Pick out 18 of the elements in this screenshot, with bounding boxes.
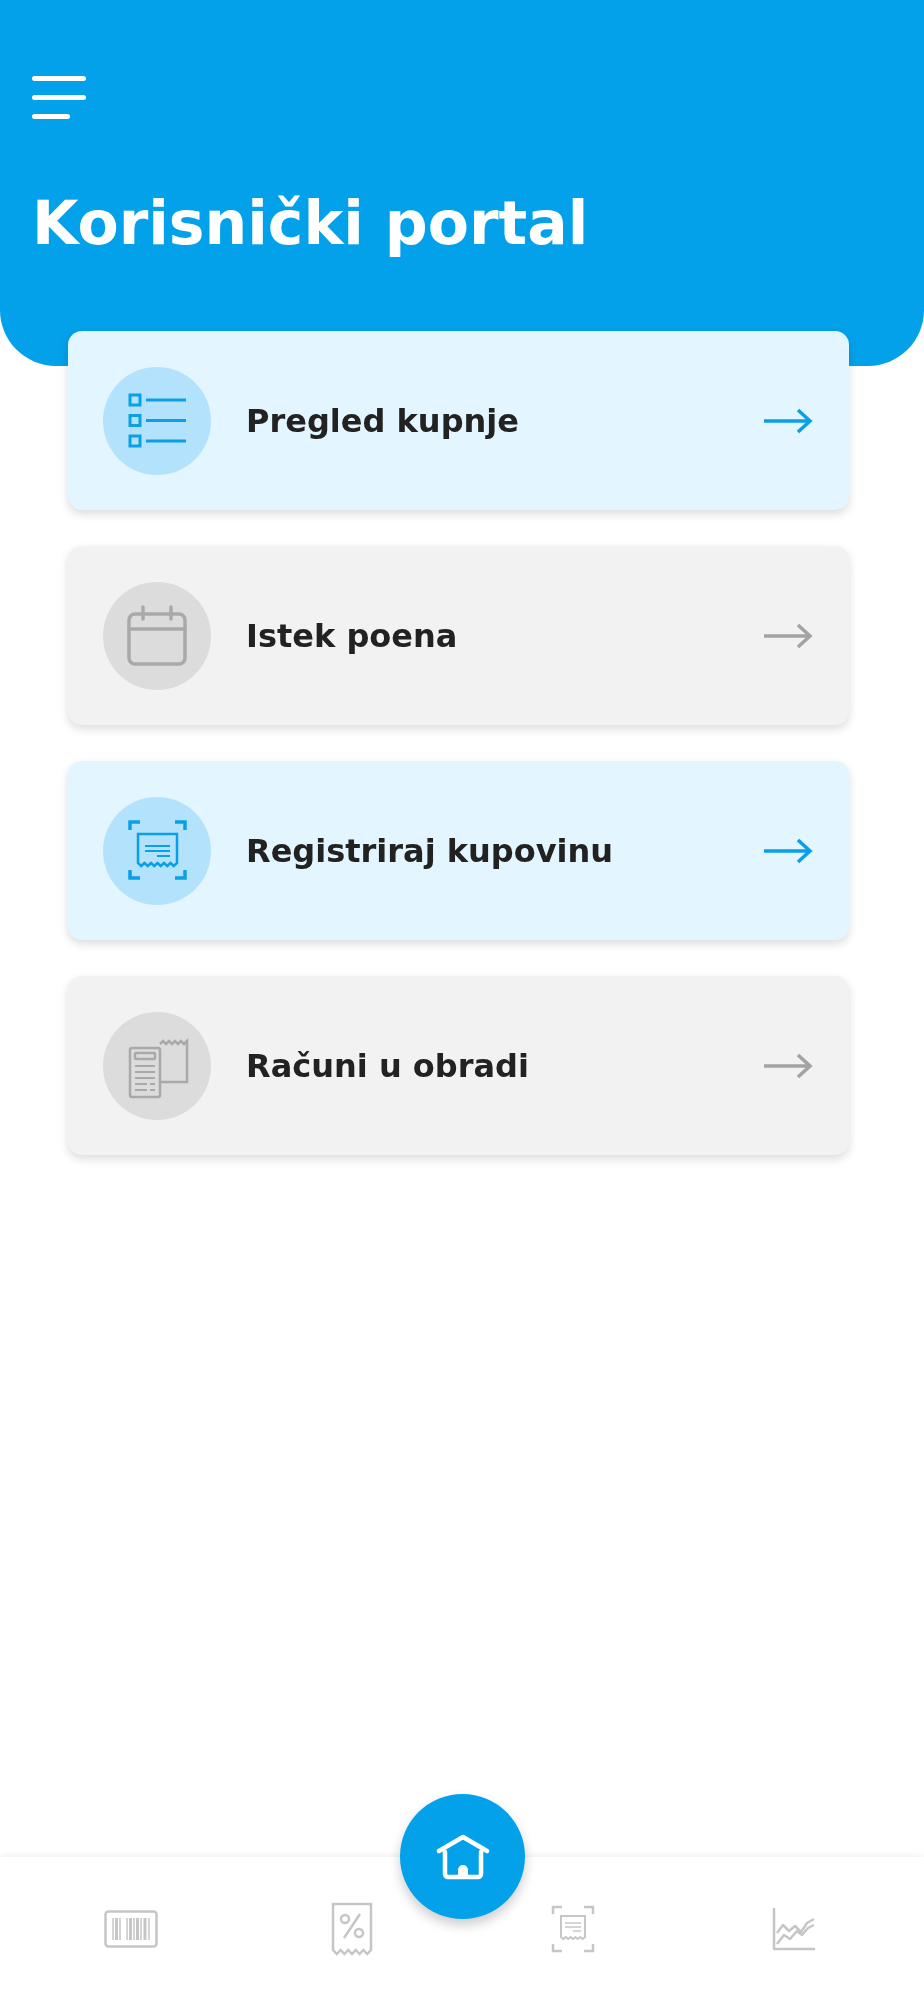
home-button[interactable] xyxy=(400,1794,525,1919)
page-title: Korisnički portal xyxy=(32,187,590,259)
menu-card[interactable]: Pregled kupnje xyxy=(68,331,849,510)
line-chart-icon[interactable] xyxy=(771,1906,816,1951)
arrow-right-icon xyxy=(762,621,814,650)
barcode-icon[interactable] xyxy=(103,1909,158,1948)
menu-card[interactable]: Registriraj kupovinu xyxy=(68,761,849,940)
receipt-scan-icon[interactable] xyxy=(550,1904,595,1953)
arrow-right-icon xyxy=(762,1051,814,1080)
calendar-icon xyxy=(103,581,211,690)
menu-icon[interactable] xyxy=(32,76,86,120)
home-icon xyxy=(435,1833,490,1880)
arrow-right-icon xyxy=(762,406,814,435)
percent-receipt-icon[interactable] xyxy=(330,1901,373,1956)
receipts-icon xyxy=(103,1011,211,1120)
checklist-icon xyxy=(103,366,211,475)
arrow-right-icon xyxy=(762,836,814,865)
receipt-scan-icon xyxy=(103,796,211,905)
